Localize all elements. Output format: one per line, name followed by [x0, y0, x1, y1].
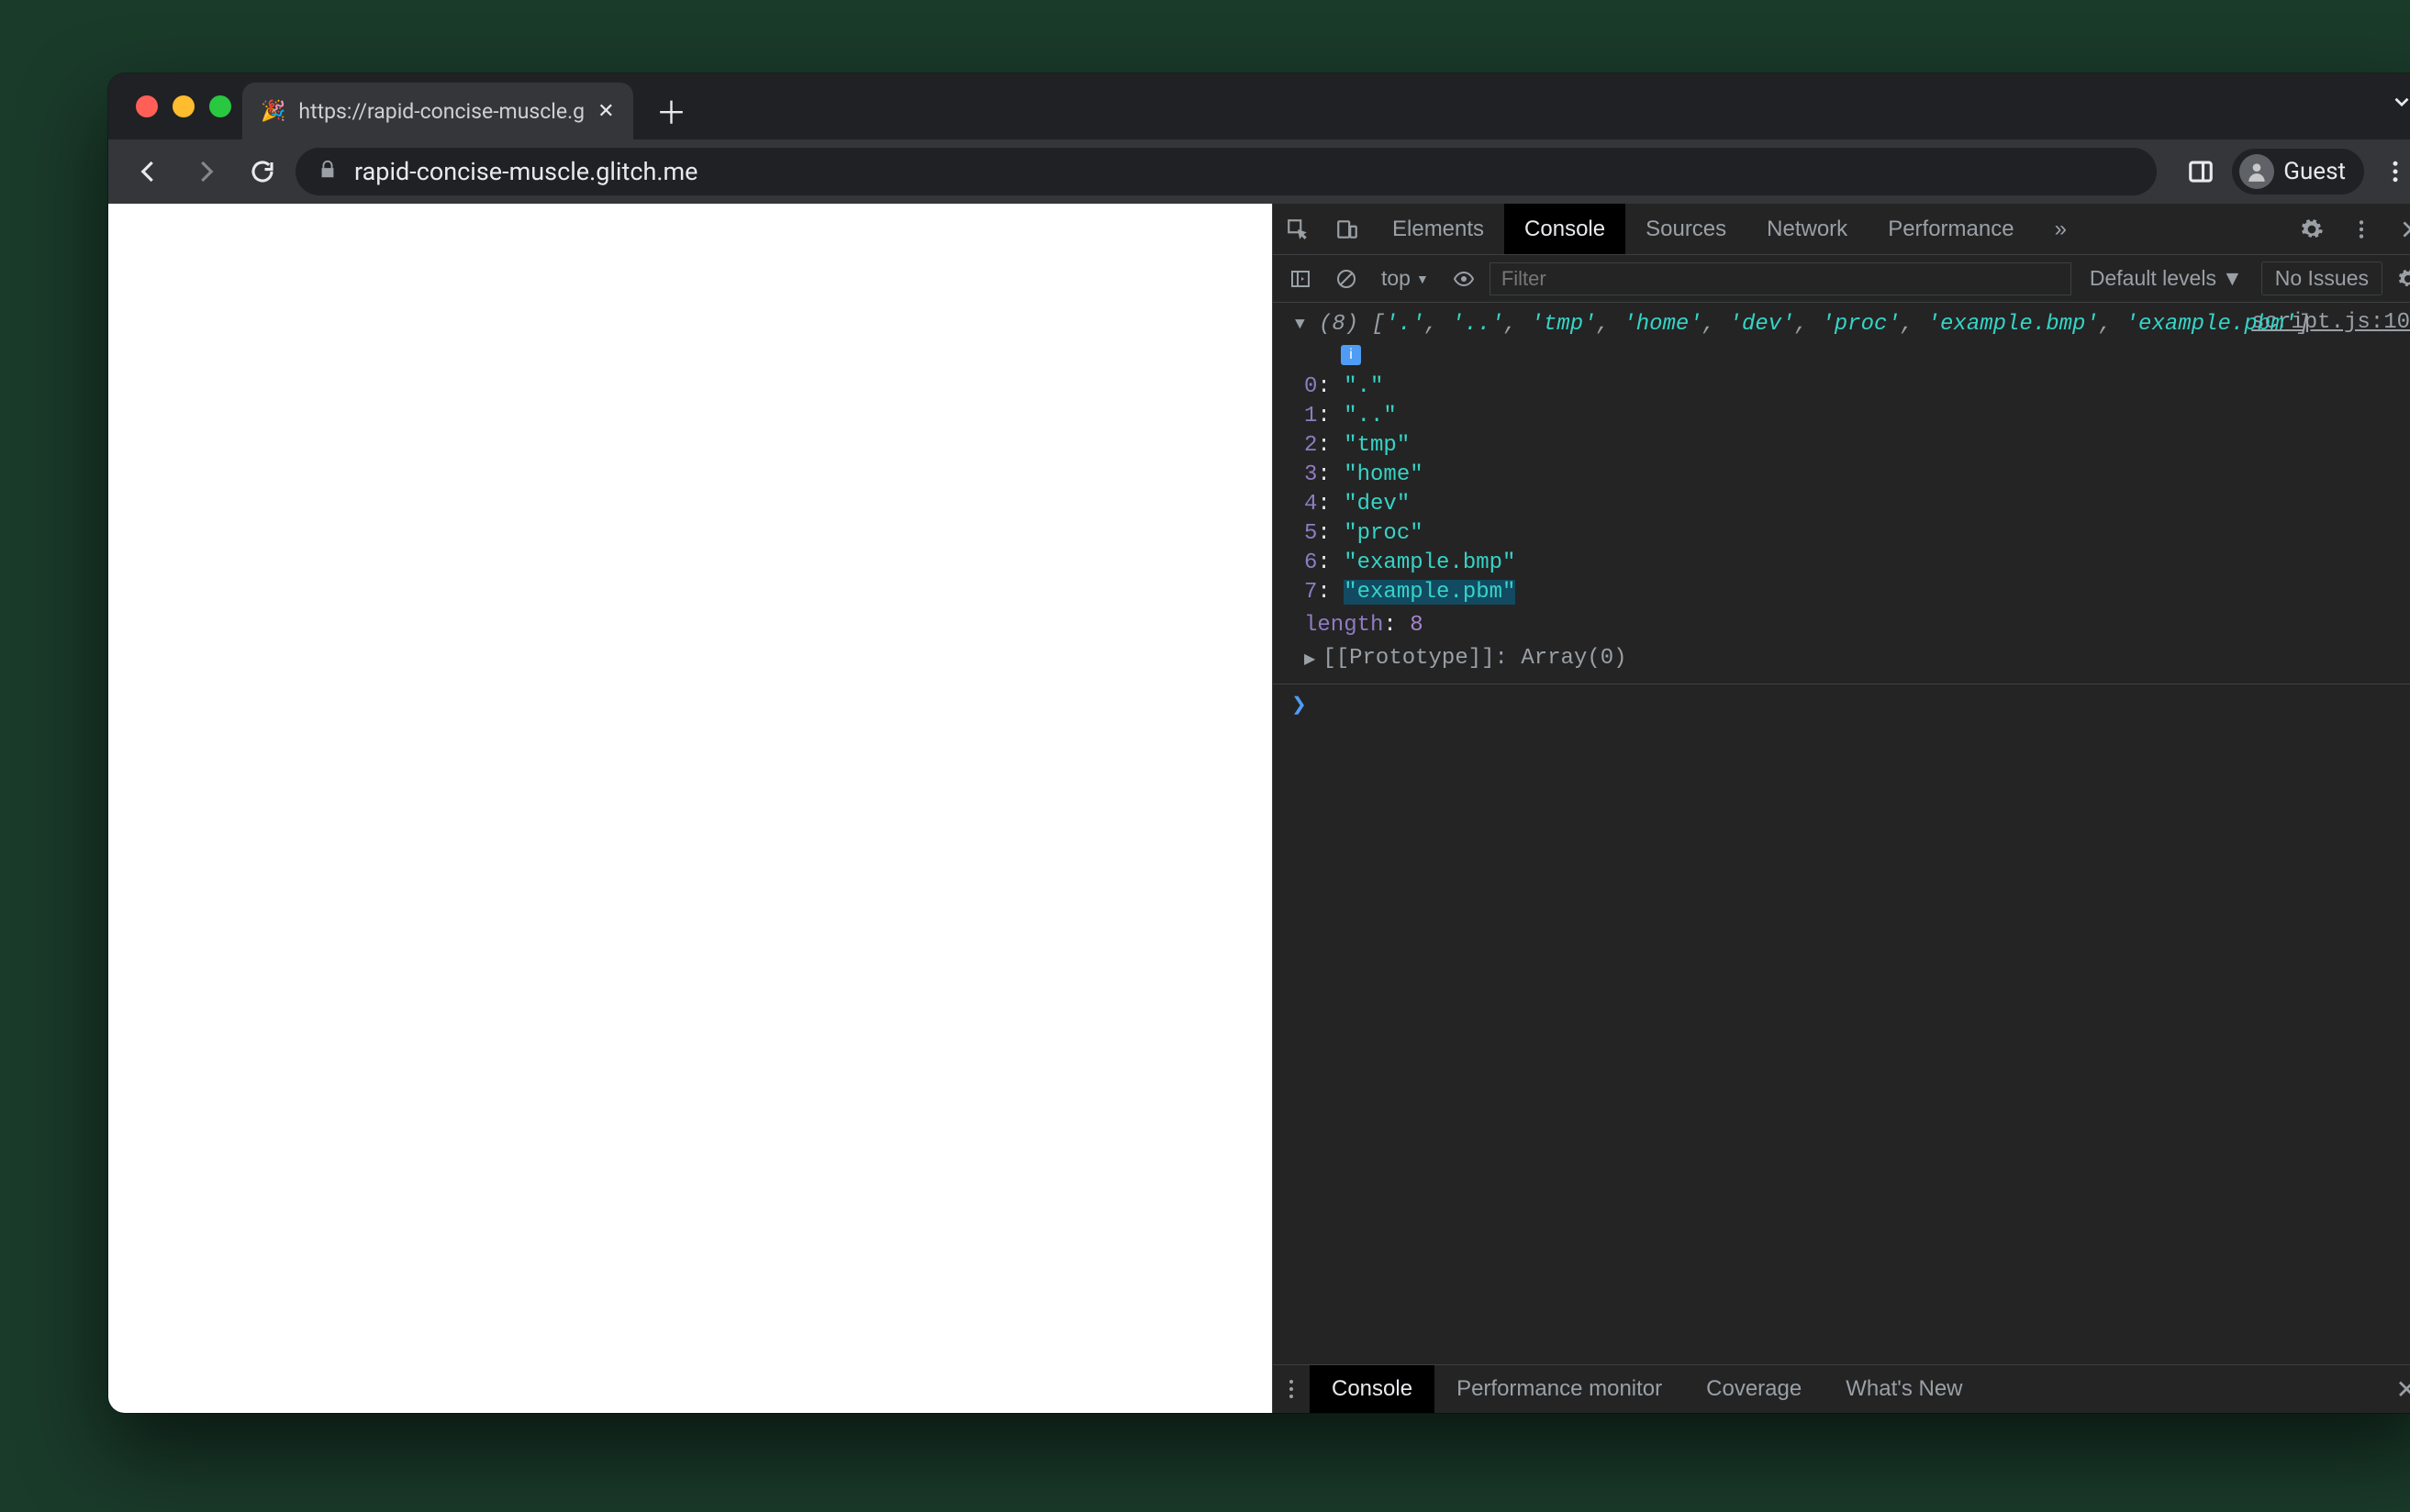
array-item[interactable]: 7: "example.pbm"	[1304, 578, 2410, 607]
info-icon[interactable]: i	[1341, 345, 1361, 365]
array-length: (8)	[1319, 312, 1358, 337]
devtools-settings-button[interactable]	[2287, 204, 2337, 254]
array-item[interactable]: 6: "example.bmp"	[1304, 549, 2410, 578]
forward-button[interactable]	[182, 148, 229, 195]
inspect-element-button[interactable]	[1273, 204, 1322, 254]
tab-console[interactable]: Console	[1504, 204, 1625, 254]
console-settings-button[interactable]	[2388, 259, 2410, 299]
array-summary-values: '.', '..', 'tmp', 'home', 'dev', 'proc',…	[1385, 312, 2297, 337]
drawer-tab-coverage[interactable]: Coverage	[1684, 1365, 1824, 1413]
tab-sources[interactable]: Sources	[1625, 204, 1746, 254]
expand-caret-icon[interactable]: ▶	[1304, 651, 1315, 668]
live-expression-button[interactable]	[1444, 259, 1484, 299]
execution-context-selector[interactable]: top▼	[1372, 266, 1438, 291]
devtools-panel: Elements Console Sources Network Perform…	[1272, 204, 2410, 1413]
tab-performance[interactable]: Performance	[1868, 204, 2034, 254]
console-output[interactable]: script.js:10 ▼ (8) ['.', '..', 'tmp', 'h…	[1273, 303, 2410, 1364]
maximize-window-button[interactable]	[209, 95, 231, 117]
levels-label: Default levels	[2090, 266, 2216, 291]
tab-strip: 🎉 https://rapid-concise-muscle.g ✕ ＋	[108, 73, 2410, 139]
console-sidebar-toggle[interactable]	[1280, 259, 1321, 299]
drawer-tab-performance-monitor[interactable]: Performance monitor	[1434, 1365, 1684, 1413]
console-filter-input[interactable]	[1490, 262, 2071, 295]
tabstrip-menu-button[interactable]	[2390, 90, 2410, 120]
array-item[interactable]: 0: "."	[1304, 372, 2410, 402]
array-item[interactable]: 5: "proc"	[1304, 519, 2410, 549]
array-item[interactable]: 1: ".."	[1304, 402, 2410, 431]
tab-elements[interactable]: Elements	[1372, 204, 1504, 254]
lock-icon	[318, 157, 338, 186]
reload-button[interactable]	[239, 148, 286, 195]
address-bar[interactable]: rapid-concise-muscle.glitch.me	[296, 148, 2157, 195]
console-toolbar: top▼ Default levels▼ No Issues	[1273, 255, 2410, 303]
profile-button[interactable]: Guest	[2232, 149, 2364, 195]
back-button[interactable]	[125, 148, 173, 195]
issues-button[interactable]: No Issues	[2261, 261, 2382, 295]
devtools-tabbar: Elements Console Sources Network Perform…	[1273, 204, 2410, 255]
array-summary[interactable]: ▼ (8) ['.', '..', 'tmp', 'home', 'dev', …	[1273, 308, 2410, 371]
profile-label: Guest	[2283, 158, 2346, 185]
device-toggle-button[interactable]	[1322, 204, 1372, 254]
side-panel-button[interactable]	[2177, 148, 2225, 195]
devtools-drawer: Console Performance monitor Coverage Wha…	[1273, 1364, 2410, 1413]
array-length-row: length: 8	[1273, 609, 2410, 642]
tab-title: https://rapid-concise-muscle.g	[298, 99, 585, 124]
tab-network[interactable]: Network	[1746, 204, 1868, 254]
browser-window: 🎉 https://rapid-concise-muscle.g ✕ ＋ rap…	[108, 73, 2410, 1413]
log-levels-selector[interactable]: Default levels▼	[2077, 266, 2256, 291]
close-window-button[interactable]	[136, 95, 158, 117]
content-area: Elements Console Sources Network Perform…	[108, 204, 2410, 1413]
window-controls	[136, 95, 231, 117]
array-item[interactable]: 4: "dev"	[1304, 490, 2410, 519]
context-label: top	[1381, 266, 1411, 291]
array-item[interactable]: 3: "home"	[1304, 461, 2410, 490]
drawer-close-button[interactable]: ✕	[2378, 1365, 2410, 1413]
minimize-window-button[interactable]	[173, 95, 195, 117]
collapse-caret-icon[interactable]: ▼	[1295, 310, 1305, 339]
console-prompt[interactable]: ❯	[1273, 684, 2410, 721]
clear-console-button[interactable]	[1326, 259, 1367, 299]
devtools-close-button[interactable]	[2386, 204, 2410, 254]
prototype-row[interactable]: ▶[[Prototype]]: Array(0)	[1273, 642, 2410, 676]
browser-tab[interactable]: 🎉 https://rapid-concise-muscle.g ✕	[242, 83, 633, 139]
more-tabs-button[interactable]: »	[2035, 204, 2087, 254]
url-text: rapid-concise-muscle.glitch.me	[354, 157, 697, 186]
close-tab-button[interactable]: ✕	[597, 100, 614, 123]
tab-favicon: 🎉	[261, 100, 285, 123]
array-item[interactable]: 2: "tmp"	[1304, 431, 2410, 461]
drawer-tab-console[interactable]: Console	[1310, 1365, 1434, 1413]
array-items: 0: "."1: ".."2: "tmp"3: "home"4: "dev"5:…	[1273, 371, 2410, 609]
drawer-tab-whats-new[interactable]: What's New	[1824, 1365, 1984, 1413]
browser-menu-button[interactable]	[2371, 148, 2410, 195]
new-tab-button[interactable]: ＋	[646, 84, 697, 136]
devtools-menu-button[interactable]	[2337, 204, 2386, 254]
page-viewport[interactable]	[108, 204, 1272, 1413]
drawer-menu-button[interactable]	[1273, 1365, 1310, 1413]
avatar-icon	[2239, 154, 2274, 189]
toolbar: rapid-concise-muscle.glitch.me Guest	[108, 139, 2410, 204]
